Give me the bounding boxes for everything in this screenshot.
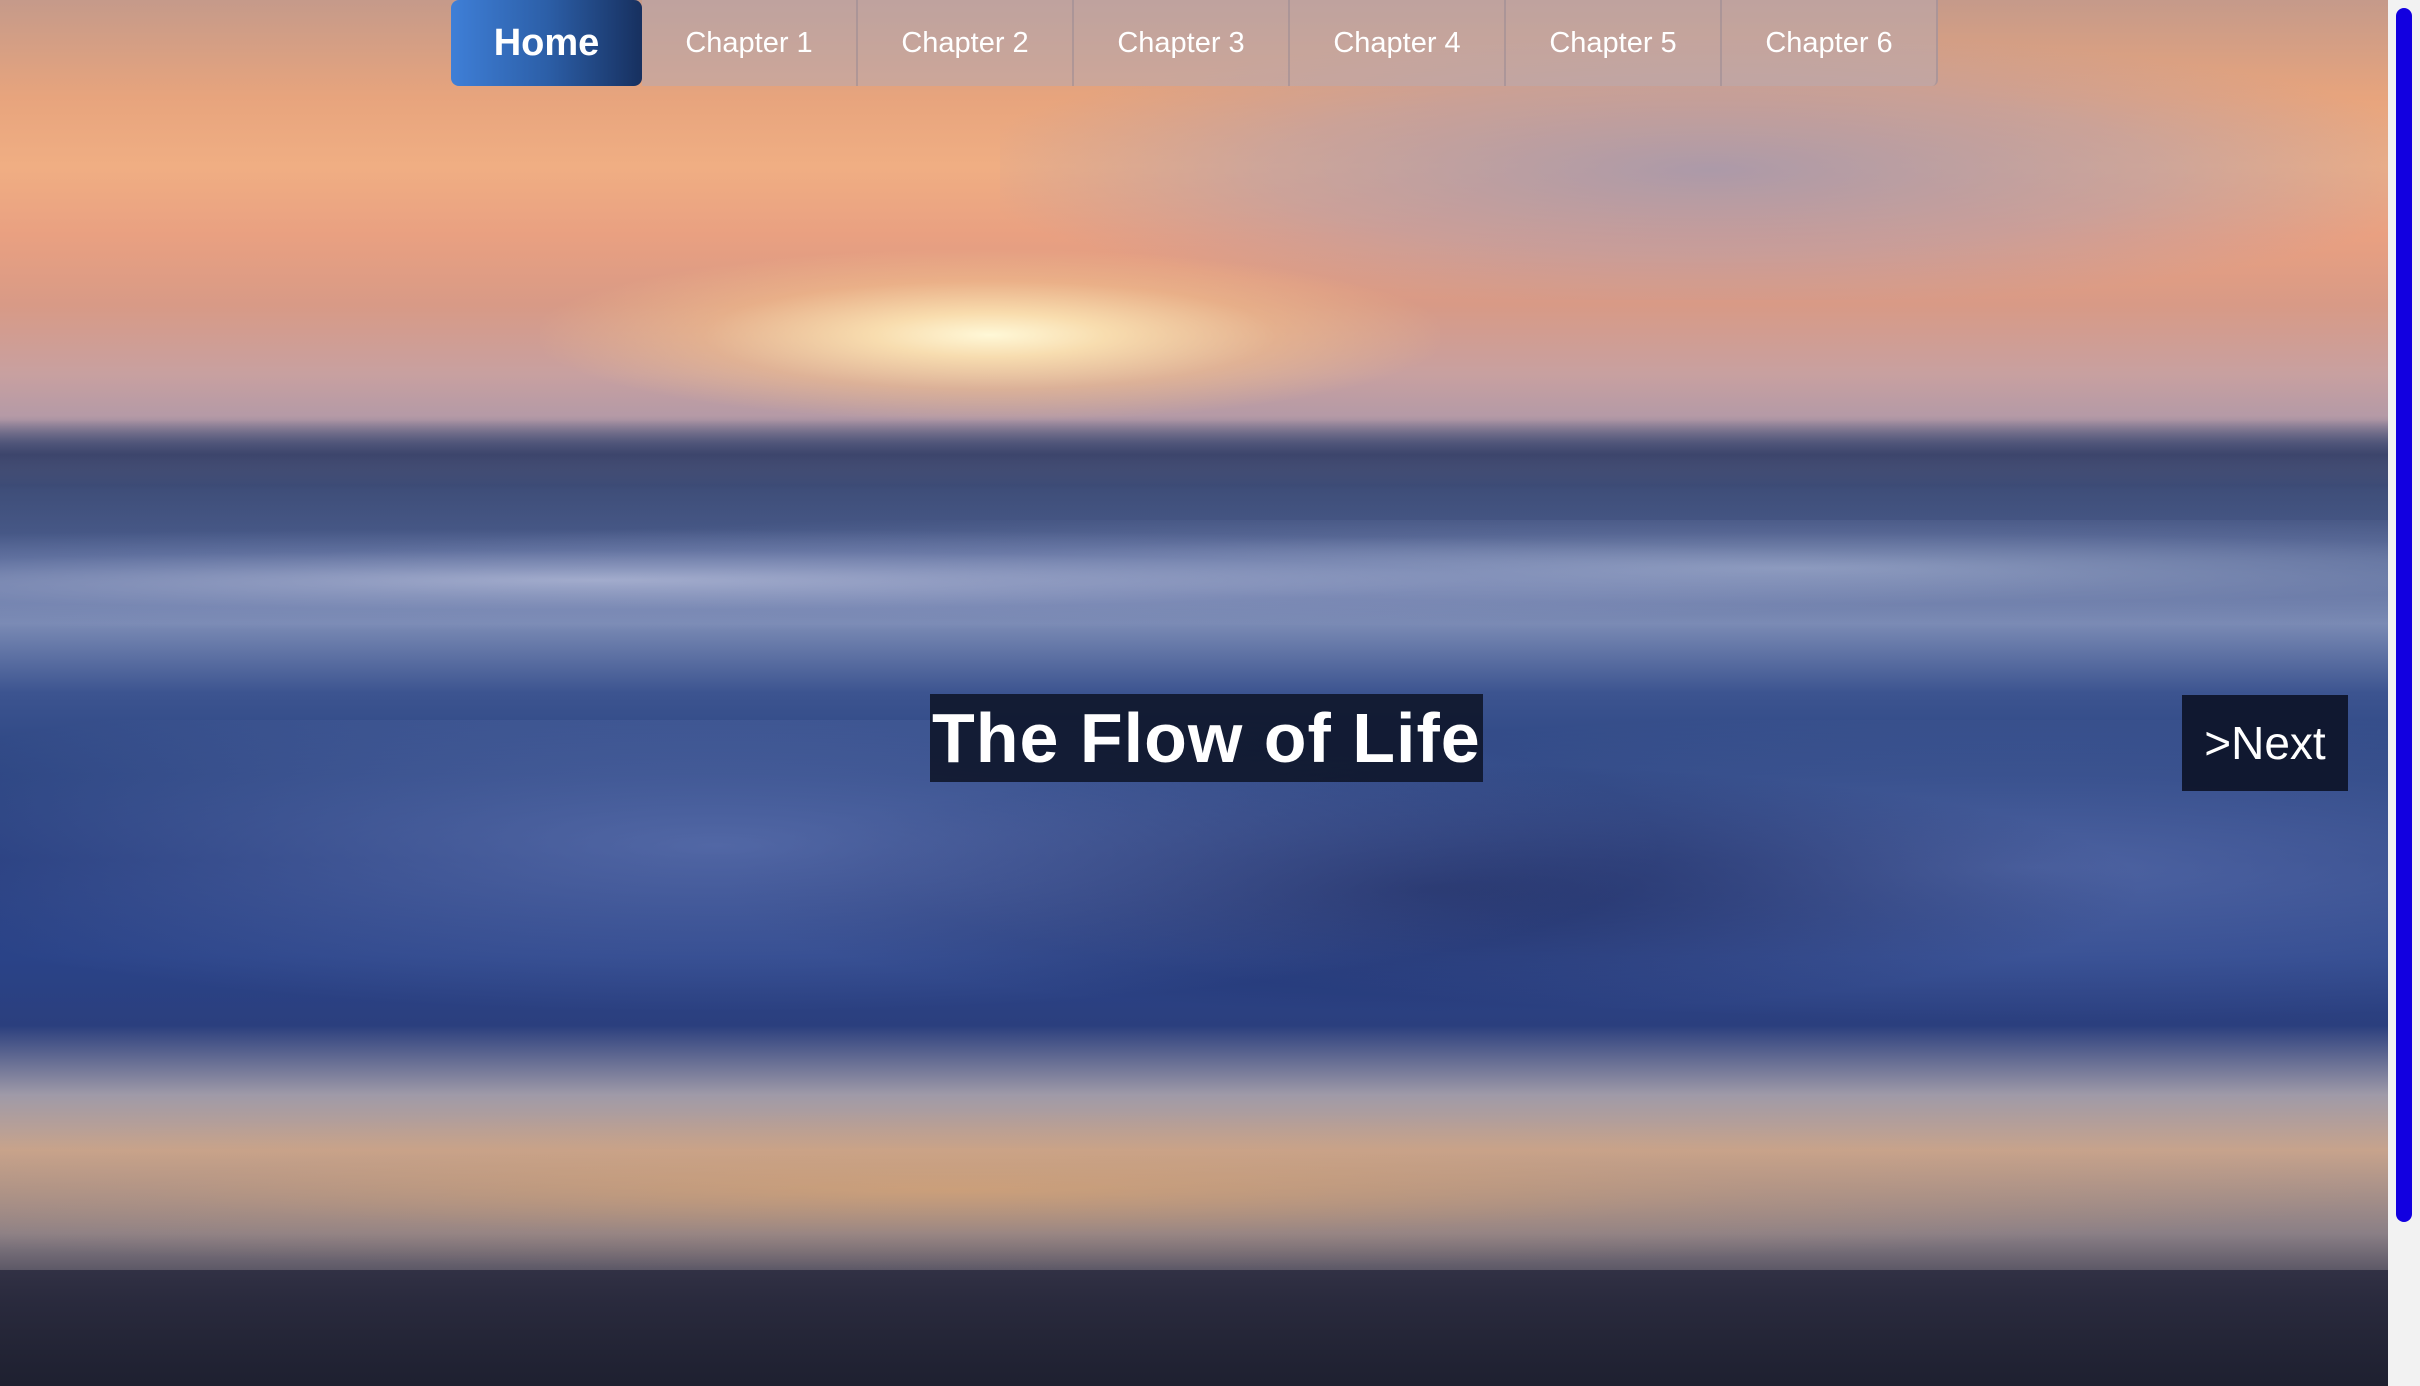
sand-reflection	[0, 1110, 2388, 1270]
nav-chapter-3[interactable]: Chapter 3	[1074, 0, 1290, 86]
vertical-scrollbar[interactable]	[2388, 0, 2420, 1386]
wet-sand	[0, 1270, 2388, 1386]
horizon	[0, 420, 2388, 490]
page-title: The Flow of Life	[930, 694, 1483, 782]
nav-chapter-5[interactable]: Chapter 5	[1506, 0, 1722, 86]
next-button[interactable]: >Next	[2182, 695, 2348, 791]
hero-background-image	[0, 0, 2388, 1386]
chapter-navigation: Home Chapter 1 Chapter 2 Chapter 3 Chapt…	[451, 0, 1938, 86]
nav-chapter-2[interactable]: Chapter 2	[858, 0, 1074, 86]
nav-home[interactable]: Home	[451, 0, 642, 86]
nav-chapter-1[interactable]: Chapter 1	[642, 0, 858, 86]
scrollbar-thumb[interactable]	[2396, 8, 2412, 1222]
nav-chapter-4[interactable]: Chapter 4	[1290, 0, 1506, 86]
wave-highlights	[0, 520, 2388, 640]
sun-glow	[540, 250, 1440, 420]
wave-foam	[0, 720, 2388, 1140]
nav-chapter-6[interactable]: Chapter 6	[1722, 0, 1938, 86]
page: Home Chapter 1 Chapter 2 Chapter 3 Chapt…	[0, 0, 2420, 1386]
